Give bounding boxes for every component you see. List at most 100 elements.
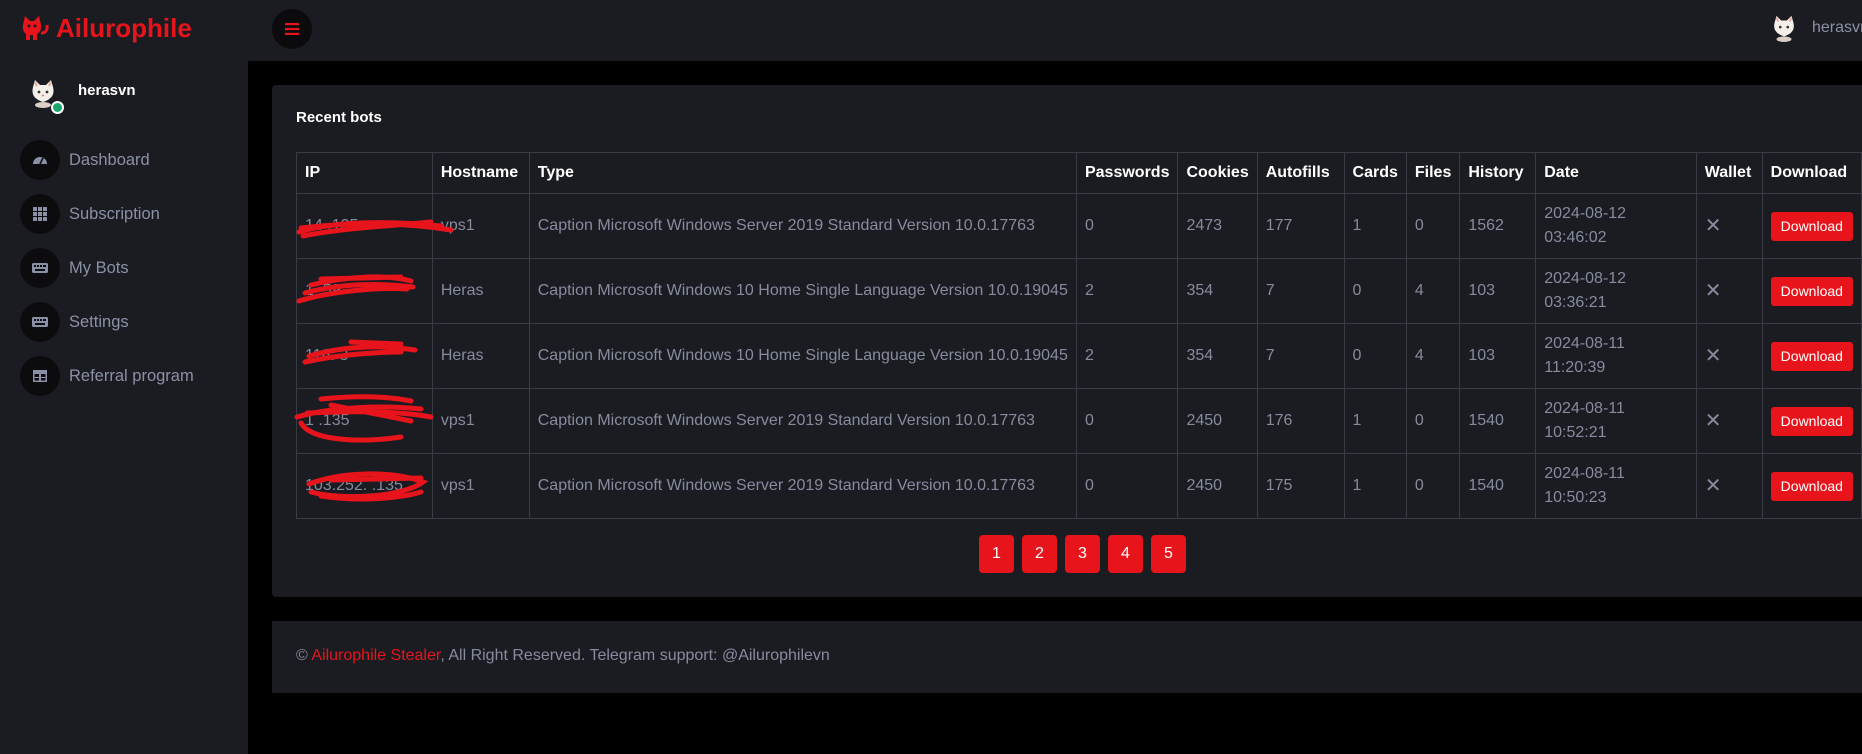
ip-cell: 116. 3 xyxy=(296,323,433,389)
download-cell: Download xyxy=(1761,258,1862,324)
ip-cell: 14 .135 xyxy=(296,193,454,259)
ip-cell: 1 .59 xyxy=(296,258,433,324)
autofills-cell: 7 xyxy=(1256,323,1345,389)
column-header-autofills: Autofills xyxy=(1256,152,1345,194)
bots-table: IP Hostname Type Passwords Cookies Autof… xyxy=(294,152,1862,519)
date-value: 2024-08-11 xyxy=(1544,400,1625,417)
sidebar-item-label: My Bots xyxy=(69,258,129,277)
avatar xyxy=(28,78,64,114)
footer: © Ailurophile Stealer, All Right Reserve… xyxy=(272,621,1862,693)
history-cell: 1540 xyxy=(1459,388,1537,454)
download-button[interactable]: Download xyxy=(1770,276,1853,306)
table-row: 14 .135 vps1 Caption Microsoft Windows S… xyxy=(296,193,1862,259)
date-cell: 2024-08-11 10:52:21 xyxy=(1535,388,1697,454)
download-cell: Download xyxy=(1761,323,1862,389)
cards-cell: 1 xyxy=(1343,453,1407,519)
date-value: 2024-08-11 xyxy=(1544,335,1625,352)
topbar-user-name: herasvn xyxy=(1812,19,1862,36)
user-profile: herasvn xyxy=(28,78,136,114)
download-button[interactable]: Download xyxy=(1770,471,1853,501)
passwords-cell: 0 xyxy=(1075,388,1179,454)
page-button-5[interactable]: 5 xyxy=(1151,535,1186,573)
cookies-cell: 2450 xyxy=(1177,388,1258,454)
cookies-cell: 2450 xyxy=(1177,453,1258,519)
files-cell: 0 xyxy=(1405,453,1461,519)
page-button-3[interactable]: 3 xyxy=(1065,535,1100,573)
table-row: 1 .135 vps1 Caption Microsoft Windows Se… xyxy=(294,388,1862,454)
time-value: 03:46:02 xyxy=(1544,229,1607,246)
passwords-cell: 0 xyxy=(1075,453,1179,519)
download-button[interactable]: Download xyxy=(1770,341,1853,371)
download-button[interactable]: Download xyxy=(1770,406,1853,436)
type-cell: Caption Microsoft Windows 10 Home Single… xyxy=(528,258,1077,324)
column-header-wallet: Wallet xyxy=(1695,152,1763,194)
wallet-none-icon: ✕ xyxy=(1695,258,1763,324)
sidebar-item-my-bots[interactable]: My Bots xyxy=(20,248,194,288)
time-value: 10:50:23 xyxy=(1544,489,1607,506)
download-cell: Download xyxy=(1761,193,1862,259)
topbar-user-menu[interactable]: herasvn xyxy=(1770,14,1862,42)
sidebar-item-subscription[interactable]: Subscription xyxy=(20,194,194,234)
wallet-none-icon: ✕ xyxy=(1695,323,1763,389)
history-cell: 1562 xyxy=(1459,193,1537,259)
recent-bots-card: Recent bots IP Hostname Type Passwords C… xyxy=(272,85,1862,597)
column-header-files: Files xyxy=(1405,152,1461,194)
date-cell: 2024-08-12 03:46:02 xyxy=(1535,193,1697,259)
sidebar-item-dashboard[interactable]: Dashboard xyxy=(20,140,194,180)
redaction-scribble xyxy=(306,471,429,502)
menu-toggle-button[interactable] xyxy=(272,9,312,49)
sidebar-item-settings[interactable]: Settings xyxy=(20,302,194,342)
type-cell: Caption Microsoft Windows 10 Home Single… xyxy=(528,323,1077,389)
passwords-cell: 2 xyxy=(1075,258,1179,324)
cookies-cell: 354 xyxy=(1177,258,1258,324)
sidebar-user-name: herasvn xyxy=(78,81,136,99)
passwords-cell: 0 xyxy=(1075,193,1179,259)
page-button-4[interactable]: 4 xyxy=(1108,535,1143,573)
column-header-cards: Cards xyxy=(1343,152,1407,194)
sidebar-item-label: Subscription xyxy=(69,204,160,223)
sidebar: Ailurophile herasvn Dashboard Subscripti… xyxy=(0,0,248,754)
ip-cell: 1 .135 xyxy=(294,388,434,454)
cards-cell: 1 xyxy=(1343,388,1407,454)
date-value: 2024-08-12 xyxy=(1544,205,1627,222)
sidebar-item-referral-program[interactable]: Referral program xyxy=(20,356,194,396)
passwords-cell: 2 xyxy=(1075,323,1179,389)
grid-icon xyxy=(33,207,47,221)
date-cell: 2024-08-11 11:20:39 xyxy=(1535,323,1697,389)
cat-avatar-icon xyxy=(1774,15,1794,42)
autofills-cell: 7 xyxy=(1256,258,1345,324)
page-button-1[interactable]: 1 xyxy=(979,535,1014,573)
dashboard-icon xyxy=(33,157,47,165)
time-value: 03:36:21 xyxy=(1544,294,1607,311)
brand-logo[interactable]: Ailurophile xyxy=(20,8,192,48)
ip-cell: 103.252. .135 xyxy=(296,453,433,519)
page-button-2[interactable]: 2 xyxy=(1022,535,1057,573)
download-button[interactable]: Download xyxy=(1770,211,1853,241)
footer-brand-link[interactable]: Ailurophile Stealer xyxy=(311,647,440,664)
copyright-symbol: © xyxy=(296,647,308,664)
autofills-cell: 176 xyxy=(1256,388,1345,454)
pagination: 1 2 3 4 5 xyxy=(979,535,1194,573)
history-cell: 103 xyxy=(1459,323,1537,389)
online-status-dot xyxy=(51,101,64,114)
cookies-cell: 2473 xyxy=(1177,193,1258,259)
sidebar-item-label: Settings xyxy=(69,312,129,331)
redaction-scribble xyxy=(294,394,434,443)
autofills-cell: 175 xyxy=(1256,453,1345,519)
column-header-ip: IP xyxy=(296,152,433,194)
column-header-passwords: Passwords xyxy=(1075,152,1179,194)
column-header-history: History xyxy=(1459,152,1537,194)
brand-name: Ailurophile xyxy=(56,12,192,43)
date-cell: 2024-08-11 10:50:23 xyxy=(1535,453,1697,519)
hamburger-icon xyxy=(285,23,299,35)
column-header-type: Type xyxy=(528,152,1077,194)
keyboard-icon xyxy=(32,263,48,273)
table-icon xyxy=(33,370,47,382)
download-cell: Download xyxy=(1761,453,1862,519)
redaction-scribble xyxy=(302,339,418,365)
wallet-none-icon: ✕ xyxy=(1695,453,1763,519)
date-cell: 2024-08-12 03:36:21 xyxy=(1535,258,1697,324)
sidebar-nav: Dashboard Subscription My Bots Settings … xyxy=(20,140,194,410)
footer-rights-text: , All Right Reserved. Telegram support: … xyxy=(440,647,830,664)
table-header-row: IP Hostname Type Passwords Cookies Autof… xyxy=(296,152,1862,194)
